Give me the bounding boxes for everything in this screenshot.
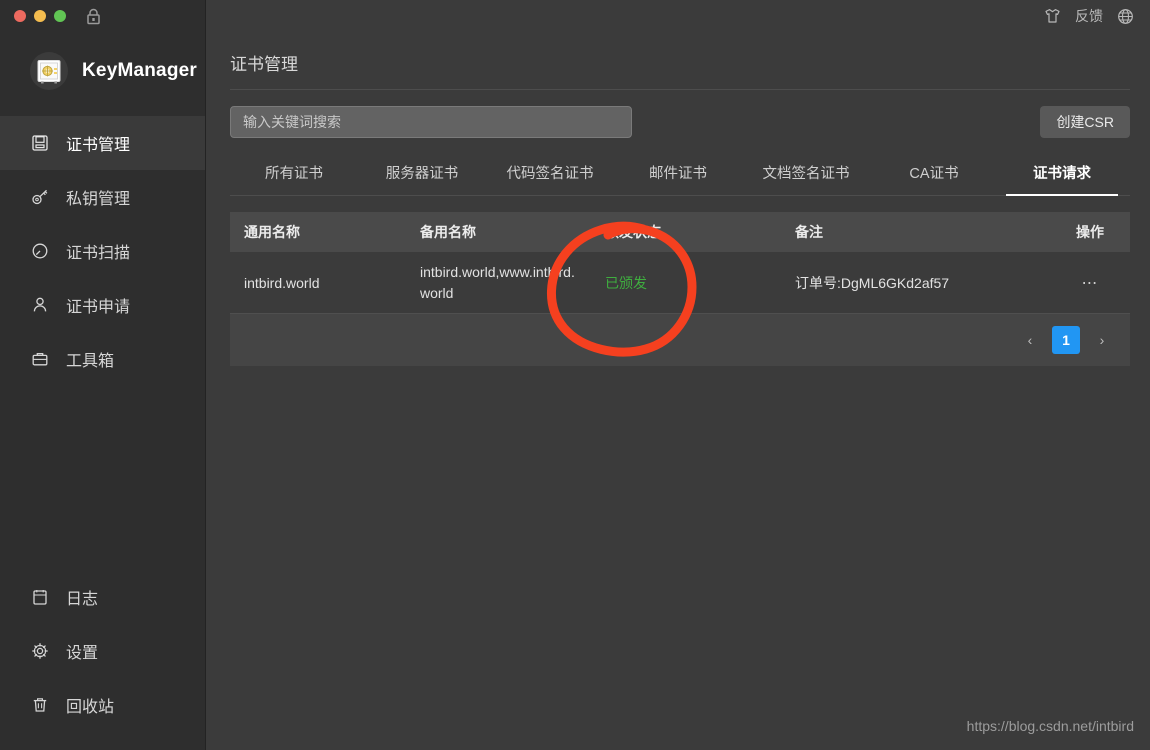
sidebar-item-certificate-management[interactable]: 证书管理: [0, 116, 205, 170]
brand: KeyManager: [0, 32, 205, 110]
trash-icon: [30, 695, 50, 715]
sidebar: KeyManager 证书管理 私钥管理 证书扫描 证书申请 工具箱 日志 设置…: [0, 0, 206, 750]
sidebar-item-toolbox[interactable]: 工具箱: [0, 332, 205, 386]
globe-icon[interactable]: [1117, 8, 1134, 25]
certificate-tabs: 所有证书 服务器证书 代码签名证书 邮件证书 文档签名证书 CA证书 证书请求: [230, 152, 1130, 196]
sidebar-item-label: 证书申请: [66, 299, 131, 316]
status-badge: 已颁发: [605, 274, 647, 291]
sidebar-item-settings[interactable]: 设置: [0, 624, 205, 678]
column-header-status: 颁发状态: [605, 224, 661, 240]
minimize-window-button[interactable]: [34, 10, 46, 22]
sidebar-item-recycle-bin[interactable]: 回收站: [0, 678, 205, 732]
column-header-common-name: 通用名称: [244, 224, 300, 240]
sidebar-item-label: 设置: [66, 645, 99, 662]
column-header-alt-name: 备用名称: [420, 224, 476, 240]
pagination-page-1[interactable]: 1: [1052, 326, 1080, 354]
watermark: https://blog.csdn.net/intbird: [966, 718, 1134, 734]
sidebar-item-label: 回收站: [66, 699, 115, 716]
brand-name: KeyManager: [82, 60, 197, 81]
pagination-next-button[interactable]: ›: [1088, 326, 1116, 354]
certificate-icon: [30, 133, 50, 153]
column-header-action: 操作: [1076, 224, 1104, 240]
cell-common-name: intbird.world: [244, 274, 320, 291]
scan-icon: [30, 241, 50, 261]
tab-code-signing-certificates[interactable]: 代码签名证书: [486, 152, 614, 195]
sidebar-item-label: 日志: [66, 591, 99, 608]
window-traffic-lights: [0, 0, 205, 32]
cell-alt-name: intbird.world,www.intbird.world: [420, 262, 605, 304]
column-header-remark: 备注: [795, 224, 823, 240]
zoom-window-button[interactable]: [54, 10, 66, 22]
sidebar-item-label: 工具箱: [66, 353, 115, 370]
tab-server-certificates[interactable]: 服务器证书: [358, 152, 486, 195]
table-row[interactable]: intbird.world intbird.world,www.intbird.…: [230, 252, 1130, 314]
sidebar-item-label: 私钥管理: [66, 191, 131, 208]
tab-document-signing-certificates[interactable]: 文档签名证书: [742, 152, 870, 195]
person-icon: [30, 295, 50, 315]
sidebar-item-log[interactable]: 日志: [0, 570, 205, 624]
tab-ca-certificates[interactable]: CA证书: [870, 152, 998, 195]
topbar: 反馈: [206, 0, 1150, 32]
key-icon: [30, 187, 50, 207]
tab-email-certificates[interactable]: 邮件证书: [614, 152, 742, 195]
table-footer: ‹ 1 ›: [230, 314, 1130, 366]
sidebar-bottom-nav: 日志 设置 回收站: [0, 570, 205, 750]
page-title: 证书管理: [230, 55, 298, 74]
sidebar-item-label: 证书扫描: [66, 245, 131, 262]
sidebar-nav: 证书管理 私钥管理 证书扫描 证书申请 工具箱: [0, 116, 205, 386]
safe-vault-icon: [30, 52, 68, 90]
ellipsis-icon[interactable]: ⋯: [1082, 273, 1099, 293]
feedback-button[interactable]: 反馈: [1075, 6, 1103, 26]
toolbar: 创建CSR: [206, 90, 1150, 138]
tab-certificate-requests[interactable]: 证书请求: [998, 152, 1126, 196]
main-content: 反馈 证书管理 创建CSR 所有证书 服务器证书 代码签名证书 邮件证书 文档签…: [206, 0, 1150, 750]
sidebar-item-certificate-apply[interactable]: 证书申请: [0, 278, 205, 332]
cell-remark: 订单号:DgML6GKd2af57: [795, 274, 950, 291]
sidebar-item-private-key-management[interactable]: 私钥管理: [0, 170, 205, 224]
sidebar-item-label: 证书管理: [66, 137, 131, 154]
tshirt-icon[interactable]: [1044, 8, 1061, 24]
create-csr-button[interactable]: 创建CSR: [1040, 106, 1130, 138]
log-icon: [30, 587, 50, 607]
certificate-table: 通用名称 备用名称 颁发状态 备注 操作 intbird.world intbi…: [230, 212, 1130, 366]
app-window: KeyManager 证书管理 私钥管理 证书扫描 证书申请 工具箱 日志 设置…: [0, 0, 1150, 750]
tab-all-certificates[interactable]: 所有证书: [230, 152, 358, 195]
pagination-prev-button[interactable]: ‹: [1016, 326, 1044, 354]
cell-alt-name-text: intbird.world,www.intbird.world: [420, 263, 575, 301]
lock-icon[interactable]: [86, 8, 101, 25]
table-header-row: 通用名称 备用名称 颁发状态 备注 操作: [230, 212, 1130, 252]
toolbox-icon: [30, 349, 50, 369]
close-window-button[interactable]: [14, 10, 26, 22]
cell-action: ⋯: [1050, 273, 1130, 293]
search-input[interactable]: [230, 106, 632, 138]
sidebar-item-certificate-scan[interactable]: 证书扫描: [0, 224, 205, 278]
gear-icon: [30, 641, 50, 661]
